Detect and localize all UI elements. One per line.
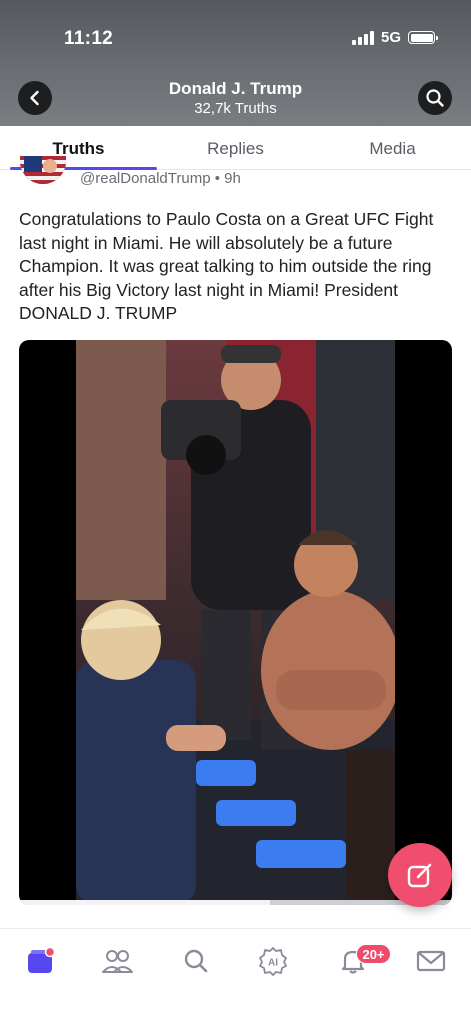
mail-icon — [416, 950, 446, 972]
status-time: 11:12 — [64, 28, 114, 49]
home-icon — [28, 947, 55, 973]
network-label: 5G — [380, 29, 401, 46]
nav-groups[interactable] — [99, 943, 135, 979]
tab-replies[interactable]: Replies — [157, 126, 314, 169]
compose-button[interactable] — [388, 843, 452, 907]
post-text: Congratulations to Paulo Costa on a Grea… — [19, 209, 434, 323]
author-handle[interactable]: @realDonaldTrump — [80, 170, 211, 187]
post-video[interactable] — [19, 340, 452, 905]
compose-icon — [407, 863, 432, 888]
ai-icon: AI — [259, 947, 287, 976]
post-author-line: @realDonaldTrump • 9h — [80, 170, 241, 187]
search-icon — [426, 89, 444, 107]
nav-messages[interactable] — [413, 943, 449, 979]
signal-icon — [351, 30, 374, 45]
post-meta: @realDonaldTrump • 9h — [0, 156, 471, 192]
search-button[interactable] — [418, 81, 452, 115]
nav-ai[interactable]: AI — [255, 943, 291, 979]
battery-icon — [408, 31, 438, 44]
video-frame — [76, 340, 395, 905]
svg-text:AI: AI — [268, 958, 278, 969]
bottom-nav: AI — [0, 928, 471, 1023]
nav-home[interactable] — [22, 943, 58, 979]
notification-badge: 20+ — [356, 944, 391, 964]
avatar[interactable] — [20, 156, 66, 184]
video-progress-bar[interactable] — [19, 900, 452, 905]
nav-search[interactable] — [178, 943, 214, 979]
status-bar: 11:12 5G — [0, 0, 471, 60]
search-icon — [184, 949, 208, 973]
meta-separator: • — [214, 170, 220, 187]
profile-tabs: Truths Replies Media — [0, 126, 471, 170]
status-indicators: 5G — [351, 29, 438, 46]
post-time: 9h — [224, 170, 241, 187]
video-progress-fill — [19, 900, 271, 905]
profile-header: 11:12 5G Donald J. Trump 32,7k Truths — [0, 0, 471, 126]
people-icon — [102, 950, 133, 973]
tab-media[interactable]: Media — [314, 126, 471, 169]
truths-count: 32,7k Truths — [194, 100, 277, 117]
profile-name: Donald J. Trump — [168, 79, 303, 98]
